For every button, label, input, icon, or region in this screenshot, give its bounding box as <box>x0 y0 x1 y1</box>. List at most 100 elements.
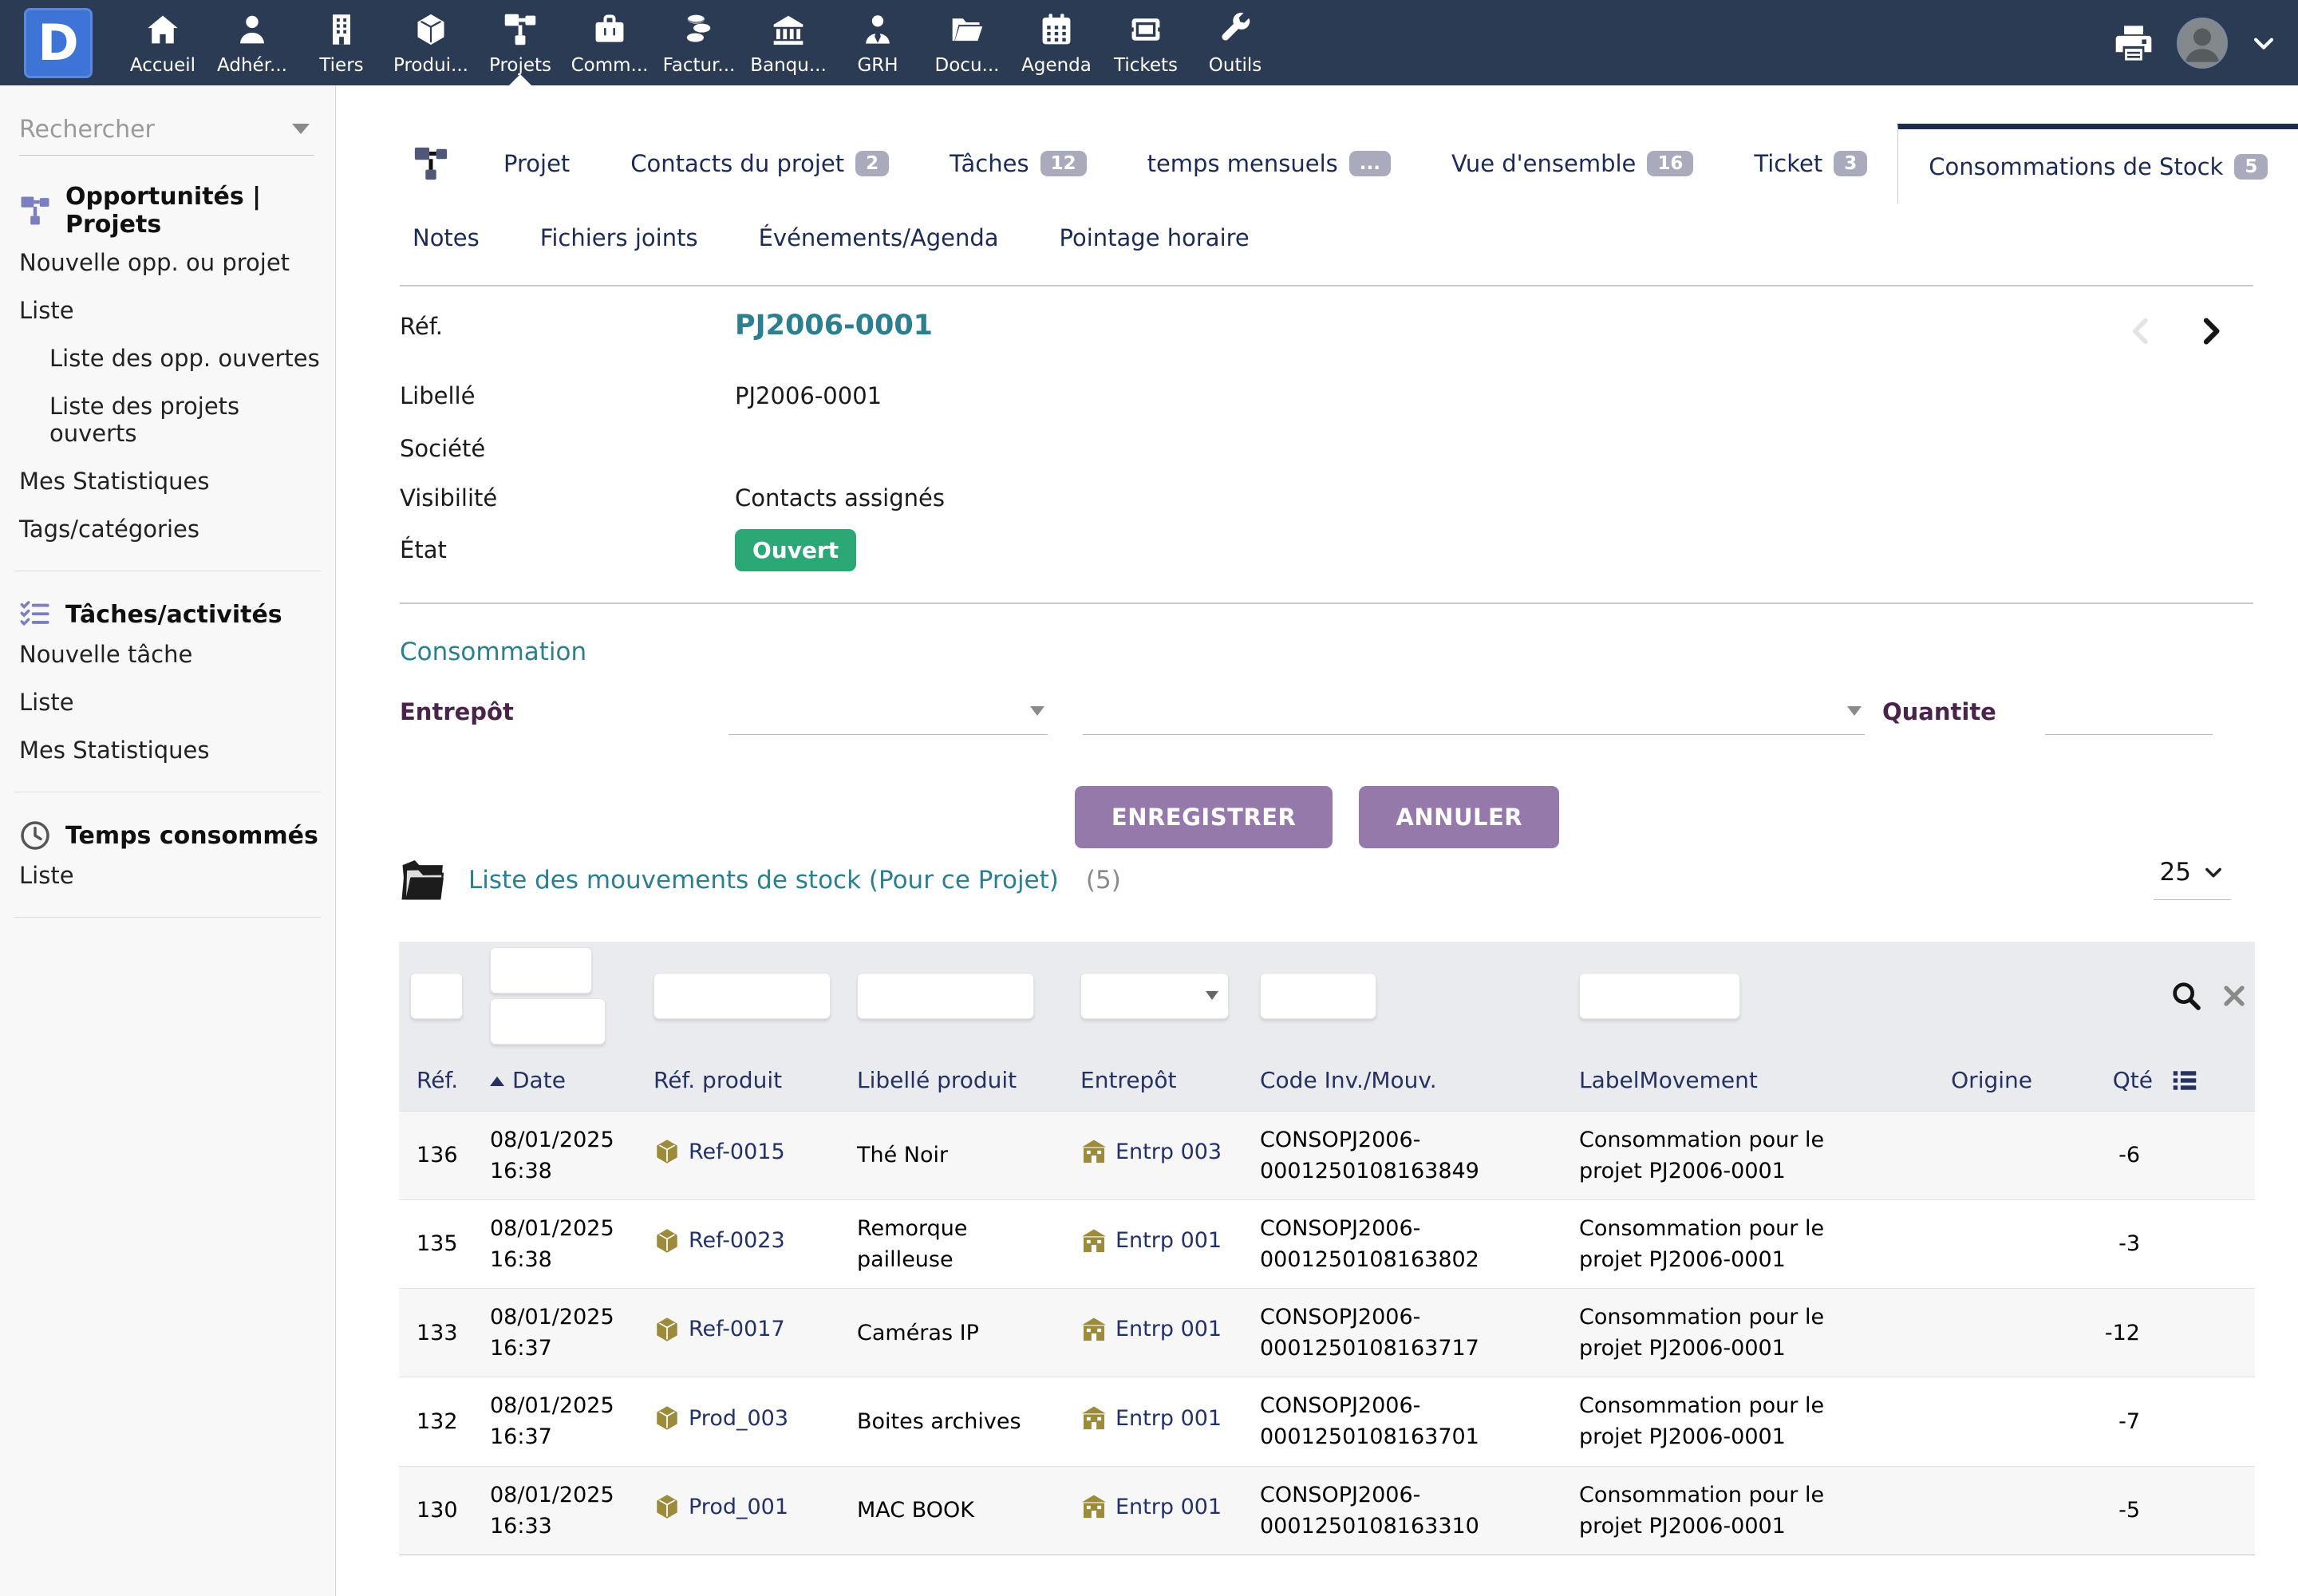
product-cube-icon <box>653 1316 681 1343</box>
column-header-origine[interactable]: Origine <box>1911 1050 2039 1111</box>
save-button[interactable]: ENREGISTRER <box>1075 786 1333 848</box>
coins-icon <box>681 11 717 48</box>
consumption-form: Entrepôt Quantite <box>400 693 2253 741</box>
cell-qty: -7 <box>2039 1377 2159 1466</box>
tab-contacts-du-projet[interactable]: Contacts du projet2 <box>600 124 919 203</box>
menu-item-label: Docu... <box>935 55 1000 76</box>
tab-t-ches[interactable]: Tâches12 <box>919 124 1116 203</box>
sidebar-item[interactable]: Liste <box>0 678 335 726</box>
menu-item-docu[interactable]: Docu... <box>922 0 1012 85</box>
filter-month-input[interactable] <box>490 947 592 994</box>
warehouse-select[interactable] <box>728 693 1048 735</box>
menu-item-accueil[interactable]: Accueil <box>118 0 207 85</box>
record-field: Société <box>400 435 735 462</box>
print-icon[interactable] <box>2113 22 2154 64</box>
cell-actions <box>2159 1199 2255 1288</box>
sidebar-item[interactable]: Liste <box>0 286 335 334</box>
tab-consommations-de-stock[interactable]: Consommations de Stock5 <box>1897 124 2298 203</box>
column-header-labelmovement[interactable]: LabelMovement <box>1568 1050 1911 1111</box>
warehouse-link[interactable]: Entrp 001 <box>1080 1403 1222 1434</box>
menu-item-outils[interactable]: Outils <box>1190 0 1280 85</box>
sidebar-item[interactable]: Tags/catégories <box>0 505 335 553</box>
tab-projet[interactable]: Projet <box>473 124 600 203</box>
column-header-r-f-produit[interactable]: Réf. produit <box>642 1050 846 1111</box>
chevron-right-icon[interactable] <box>2194 315 2226 347</box>
menu-item-grh[interactable]: GRH <box>833 0 922 85</box>
menu-item-banqu[interactable]: Banqu... <box>744 0 833 85</box>
sidebar-item[interactable]: Liste des projets ouverts <box>0 382 335 457</box>
cell-product-label: Remorque pailleuse <box>846 1199 1069 1288</box>
app-logo[interactable]: D <box>24 8 93 78</box>
menu-item-adhr[interactable]: Adhér... <box>207 0 297 85</box>
tab-ticket[interactable]: Ticket3 <box>1724 124 1897 203</box>
chevron-down-icon <box>2202 861 2225 883</box>
menu-item-comm[interactable]: Comm... <box>565 0 654 85</box>
column-header-code-inv-mouv-[interactable]: Code Inv./Mouv. <box>1249 1050 1568 1111</box>
tab-temps-mensuels[interactable]: temps mensuels... <box>1117 124 1421 203</box>
menu-item-agenda[interactable]: Agenda <box>1012 0 1101 85</box>
tab-label: Ticket <box>1754 150 1822 177</box>
product-link[interactable]: Ref-0023 <box>653 1225 785 1256</box>
product-link[interactable]: Prod_003 <box>653 1403 788 1434</box>
record-field-label: Libellé <box>400 382 735 409</box>
column-header-qt-[interactable]: Qté <box>2039 1050 2159 1111</box>
menu-item-tickets[interactable]: Tickets <box>1101 0 1190 85</box>
warehouse-link[interactable]: Entrp 001 <box>1080 1225 1222 1256</box>
warehouse-link[interactable]: Entrp 001 <box>1080 1491 1222 1523</box>
product-select[interactable] <box>1083 693 1865 735</box>
product-link[interactable]: Ref-0015 <box>653 1136 785 1167</box>
tab-notes[interactable]: Notes <box>413 213 510 263</box>
sidebar-item[interactable]: Mes Statistiques <box>0 726 335 774</box>
sidebar-item[interactable]: Liste des opp. ouvertes <box>0 334 335 382</box>
menu-item-projets[interactable]: Projets <box>476 0 565 85</box>
tab-bar-secondary: Notes Fichiers joints Événements/Agenda Poi… <box>413 213 1310 263</box>
filter-warehouse-select[interactable] <box>1080 973 1229 1019</box>
filter-movement-label-input[interactable] <box>1579 973 1740 1019</box>
sidebar-item[interactable]: Nouvelle tâche <box>0 630 335 678</box>
column-header-entrep-t[interactable]: Entrepôt <box>1069 1050 1249 1111</box>
column-header-r-f-[interactable]: Réf. <box>399 1050 479 1111</box>
menu-item-produi[interactable]: Produi... <box>386 0 476 85</box>
record-field-label: Réf. <box>400 313 735 340</box>
warehouse-link[interactable]: Entrp 003 <box>1080 1136 1222 1167</box>
tab-badge: 2 <box>855 151 889 176</box>
product-link[interactable]: Prod_001 <box>653 1491 788 1523</box>
caret-down-icon <box>1030 706 1044 716</box>
search-input[interactable] <box>19 116 314 144</box>
menu-item-factur[interactable]: Factur... <box>654 0 744 85</box>
tab-vue-d-ensemble[interactable]: Vue d'ensemble16 <box>1421 124 1724 203</box>
user-avatar[interactable] <box>2177 18 2228 69</box>
movements-count: (5) <box>1086 866 1121 895</box>
cancel-button[interactable]: ANNULER <box>1359 786 1559 848</box>
clear-filter-icon[interactable] <box>2218 980 2250 1012</box>
column-header-libell-produit[interactable]: Libellé produit <box>846 1050 1069 1111</box>
tab-fichiers-joints[interactable]: Fichiers joints <box>540 213 728 263</box>
sidebar-item[interactable]: Mes Statistiques <box>0 457 335 505</box>
cell-warehouse: Entrp 003 <box>1069 1111 1249 1199</box>
sidebar-item[interactable]: Liste <box>0 851 335 899</box>
sidebar-section-title: Tâches/activités <box>0 598 335 630</box>
filter-code-input[interactable] <box>1260 973 1376 1019</box>
filter-ref-input[interactable] <box>410 973 463 1019</box>
sidebar-item[interactable]: Nouvelle opp. ou projet <box>0 239 335 286</box>
search-dropdown-caret-icon[interactable] <box>292 124 310 134</box>
filter-product-label-input[interactable] <box>857 973 1034 1019</box>
page-size-select[interactable]: 25 <box>2154 858 2231 900</box>
record-ref-link[interactable]: PJ2006-0001 <box>735 310 933 342</box>
filter-year-input[interactable] <box>490 998 606 1045</box>
column-header-date[interactable]: Date <box>479 1050 642 1111</box>
search-icon[interactable] <box>2170 980 2202 1012</box>
warehouse-link[interactable]: Entrp 001 <box>1080 1314 1222 1345</box>
product-link[interactable]: Ref-0017 <box>653 1314 785 1345</box>
menu-item-tiers[interactable]: Tiers <box>297 0 386 85</box>
table-row: 13008/01/2025 16:33Prod_001MAC BOOKEntrp… <box>399 1466 2255 1555</box>
filter-product-ref-input[interactable] <box>653 973 831 1019</box>
table-row: 13208/01/2025 16:37Prod_003Boites archiv… <box>399 1377 2255 1466</box>
quantity-input[interactable] <box>2045 693 2213 735</box>
tab--v-nements-agenda[interactable]: Événements/Agenda <box>759 213 1029 263</box>
movements-list-title[interactable]: Liste des mouvements de stock (Pour ce P… <box>468 866 1059 895</box>
chevron-down-icon[interactable] <box>2250 30 2277 57</box>
tab-pointage-horaire[interactable]: Pointage horaire <box>1060 213 1280 263</box>
movements-list-header: Liste des mouvements de stock (Pour ce P… <box>400 858 2253 914</box>
list-view-icon[interactable] <box>2170 1066 2249 1095</box>
